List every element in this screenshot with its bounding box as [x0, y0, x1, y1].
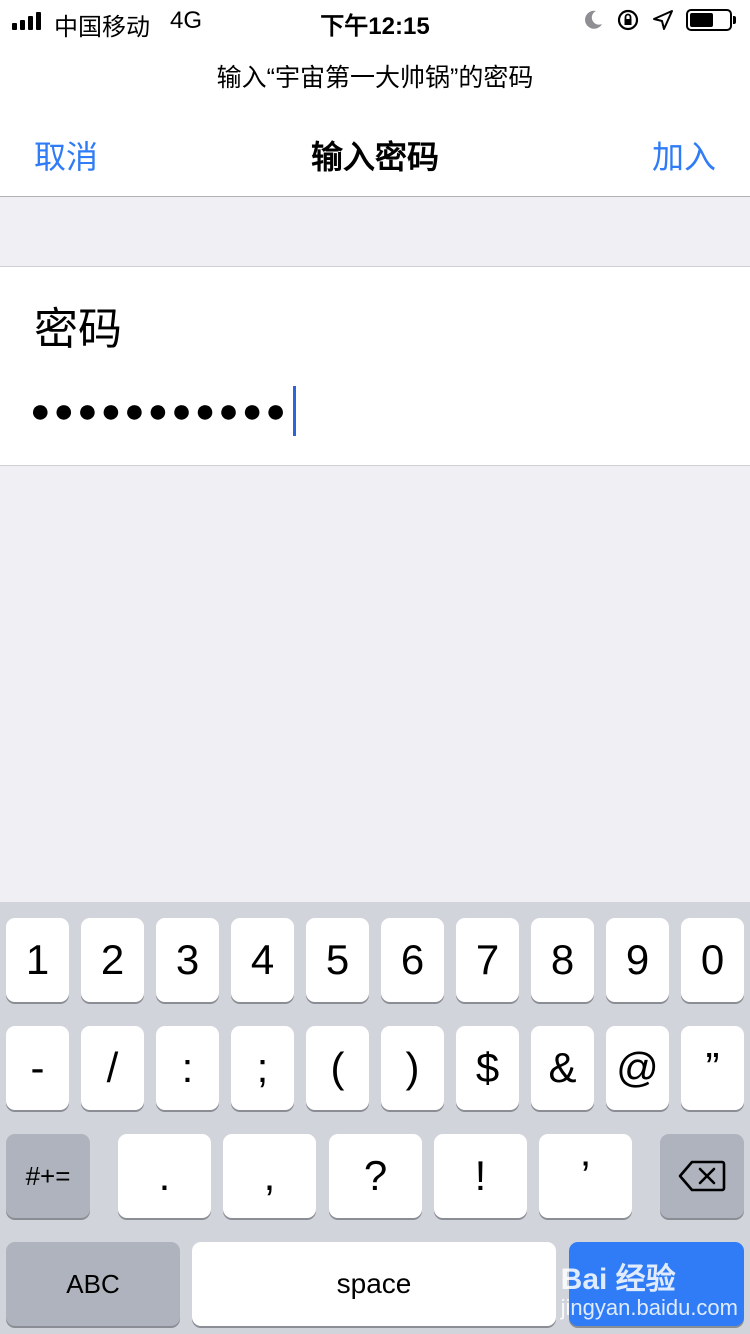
key-exclamation[interactable]: ! [434, 1134, 527, 1218]
key-6[interactable]: 6 [381, 918, 444, 1002]
page-title: 输入密码 [310, 139, 439, 175]
key-9[interactable]: 9 [606, 918, 669, 1002]
location-arrow-icon [653, 10, 673, 30]
key-slash[interactable]: / [81, 1026, 144, 1110]
space-bar[interactable]: space [192, 1242, 556, 1326]
key-7[interactable]: 7 [456, 918, 519, 1002]
status-icons [582, 8, 736, 32]
key-quote[interactable]: ” [681, 1026, 744, 1110]
status-bar: 中国移动 4G 下午12:15 [0, 0, 750, 42]
navigation-bar: 取消 输入密码 加入 [0, 122, 750, 184]
key-left-paren[interactable]: ( [306, 1026, 369, 1110]
moon-icon [585, 10, 602, 29]
key-5[interactable]: 5 [306, 918, 369, 1002]
key-8[interactable]: 8 [531, 918, 594, 1002]
key-3[interactable]: 3 [156, 918, 219, 1002]
key-2[interactable]: 2 [81, 918, 144, 1002]
key-4[interactable]: 4 [231, 918, 294, 1002]
rotation-lock-icon [617, 9, 639, 31]
text-cursor [292, 386, 296, 436]
key-1[interactable]: 1 [6, 918, 69, 1002]
key-semicolon[interactable]: ; [231, 1026, 294, 1110]
abc-button[interactable]: ABC [6, 1242, 180, 1326]
delete-button[interactable] [660, 1134, 744, 1218]
key-colon[interactable]: : [156, 1026, 219, 1110]
watermark-url: jingyan.baidu.com [560, 1294, 738, 1320]
password-card: 密码 ●●●●●●●●●●● [0, 266, 750, 466]
key-dollar[interactable]: $ [456, 1026, 519, 1110]
join-button[interactable]: 加入 [652, 132, 716, 178]
key-at[interactable]: @ [606, 1026, 669, 1110]
key-right-paren[interactable]: ) [381, 1026, 444, 1110]
battery-icon [686, 9, 736, 31]
key-period[interactable]: . [118, 1134, 211, 1218]
password-field[interactable]: ●●●●●●●●●●● [30, 383, 720, 439]
backspace-icon [678, 1160, 726, 1192]
password-header: 输入“宇宙第一大帅锅”的密码 取消 输入密码 加入 [0, 42, 750, 197]
keyboard: 1 2 3 4 5 6 7 8 9 0 - / : ; ( ) $ & @ ” … [0, 902, 750, 1334]
symbols-toggle-button[interactable]: #+= [6, 1134, 90, 1218]
key-0[interactable]: 0 [681, 918, 744, 1002]
key-comma[interactable]: , [223, 1134, 316, 1218]
network-prompt: 输入“宇宙第一大帅锅”的密码 [216, 64, 534, 92]
key-ampersand[interactable]: & [531, 1026, 594, 1110]
watermark-logo: Bai 经验 [560, 1262, 676, 1296]
key-apostrophe[interactable]: ’ [539, 1134, 632, 1218]
password-label: 密码 [34, 305, 122, 354]
password-masked-value: ●●●●●●●●●●● [30, 392, 289, 430]
key-hyphen[interactable]: - [6, 1026, 69, 1110]
baidu-watermark: Bai 经验 jingyan.baidu.com [561, 1263, 738, 1320]
key-question[interactable]: ? [329, 1134, 422, 1218]
